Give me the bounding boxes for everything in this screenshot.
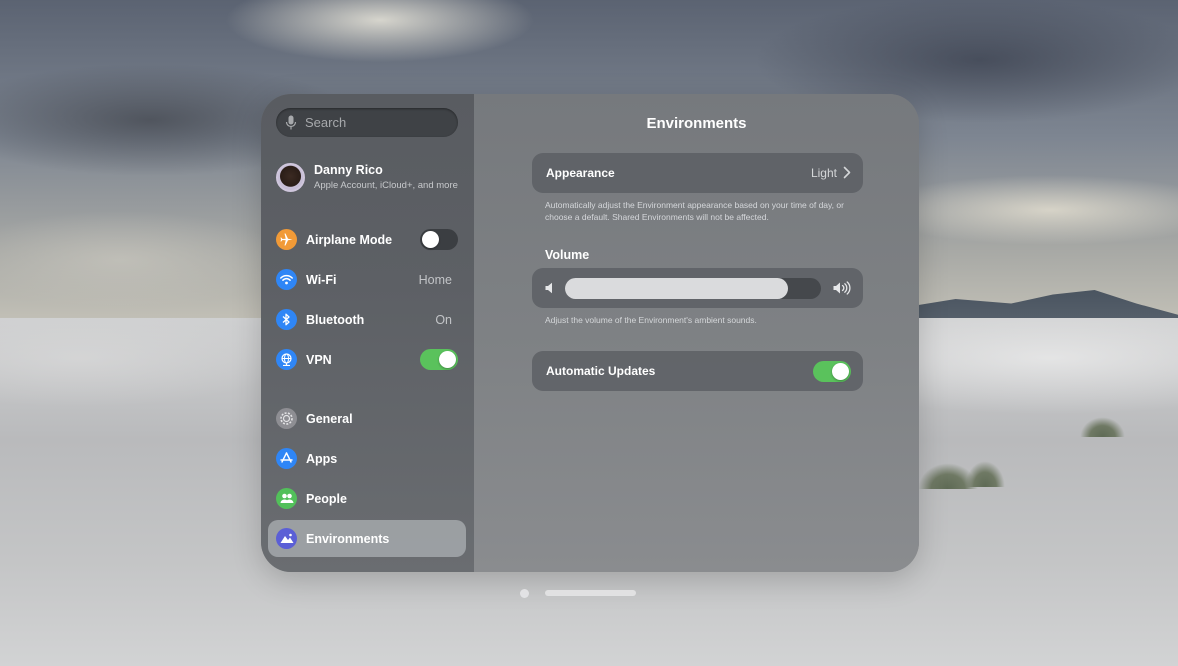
airplane-mode-toggle[interactable] xyxy=(420,229,458,250)
automatic-updates-toggle[interactable] xyxy=(813,361,851,382)
profile-name: Danny Rico xyxy=(314,163,383,177)
speaker-low-icon xyxy=(545,282,552,294)
sidebar: Search Danny Rico Apple Account, iCloud+… xyxy=(261,94,474,572)
chevron-right-icon xyxy=(843,166,851,179)
sidebar-item-label: Wi-Fi xyxy=(306,272,337,287)
sidebar-item-bluetooth[interactable]: Bluetooth On xyxy=(268,301,466,338)
page-title: Environments xyxy=(646,115,747,132)
wifi-icon xyxy=(276,269,297,290)
sidebar-item-wifi[interactable]: Wi-Fi Home xyxy=(268,261,466,298)
avatar xyxy=(276,162,305,192)
sidebar-item-general[interactable]: General xyxy=(268,400,466,437)
volume-footnote: Adjust the volume of the Environment's a… xyxy=(545,315,757,325)
microphone-icon[interactable] xyxy=(285,115,297,131)
vpn-icon xyxy=(276,349,297,370)
search-placeholder: Search xyxy=(305,115,347,130)
appearance-label: Appearance xyxy=(546,166,615,180)
sidebar-item-airplane-mode[interactable]: Airplane Mode xyxy=(268,221,466,258)
sidebar-item-label: Airplane Mode xyxy=(306,232,393,247)
appearance-value: Light xyxy=(810,166,837,180)
search-field[interactable]: Search xyxy=(276,108,458,137)
volume-slider-fill xyxy=(565,278,788,299)
speaker-high-icon xyxy=(833,281,851,295)
people-icon xyxy=(276,488,297,509)
wifi-network-value: Home xyxy=(418,272,452,287)
shrub xyxy=(965,461,1005,487)
window-grabber-bar[interactable] xyxy=(545,590,636,596)
sidebar-item-label: Environments xyxy=(306,531,390,546)
volume-slider[interactable] xyxy=(565,278,821,299)
page-indicator-dot[interactable] xyxy=(520,589,529,598)
sidebar-item-label: Apps xyxy=(306,451,338,466)
sidebar-item-label: People xyxy=(306,491,347,506)
vpn-toggle[interactable] xyxy=(420,349,458,370)
settings-window: Search Danny Rico Apple Account, iCloud+… xyxy=(261,94,919,572)
appearance-footnote: Automatically adjust the Environment app… xyxy=(545,200,844,222)
profile-subtitle: Apple Account, iCloud+, and more xyxy=(314,180,458,191)
gear-icon xyxy=(276,408,297,429)
bluetooth-icon xyxy=(276,309,297,330)
environments-pane: Environments Appearance Light Automatica… xyxy=(474,94,919,572)
account-profile[interactable]: Danny Rico Apple Account, iCloud+, and m… xyxy=(276,161,466,193)
volume-section-label: Volume xyxy=(545,248,590,262)
automatic-updates-row[interactable]: Automatic Updates xyxy=(532,351,863,391)
sidebar-item-apps[interactable]: Apps xyxy=(268,440,466,477)
volume-row xyxy=(532,268,863,308)
automatic-updates-label: Automatic Updates xyxy=(546,364,656,378)
sidebar-item-environments[interactable]: Environments xyxy=(268,520,466,557)
environments-icon xyxy=(276,528,297,549)
sidebar-item-label: Bluetooth xyxy=(306,312,365,327)
sidebar-item-vpn[interactable]: VPN xyxy=(268,341,466,378)
airplane-icon xyxy=(276,229,297,250)
sidebar-item-label: VPN xyxy=(306,352,332,367)
appearance-row[interactable]: Appearance Light xyxy=(532,153,863,193)
bluetooth-status-value: On xyxy=(435,312,452,327)
sidebar-item-label: General xyxy=(306,411,353,426)
sidebar-item-people[interactable]: People xyxy=(268,480,466,517)
app-store-icon xyxy=(276,448,297,469)
shrub xyxy=(1080,417,1125,437)
